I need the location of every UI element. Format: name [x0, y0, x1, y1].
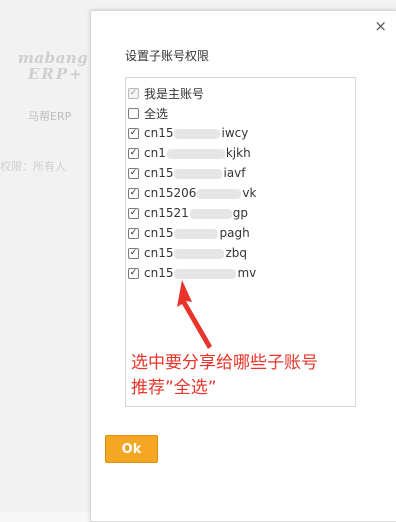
close-icon[interactable]: × [374, 17, 387, 35]
annotation-text: 选中要分享给哪些子账号 推荐”全选” [131, 351, 318, 401]
permissions-dialog: × 设置子账号权限 ✓ 我是主账号 全选 ✓ cn15 iwcy ✓ cn1 kjk… [90, 10, 396, 522]
brand-logo: mabang ERP+ [18, 50, 88, 82]
brand-line2: ERP+ [28, 65, 84, 83]
ok-button[interactable]: Ok [105, 435, 158, 463]
background-permission-text: 权限：所有人 [0, 160, 66, 173]
background-user-name: 马帮ERP [28, 110, 72, 123]
brand-line1: mabang [18, 49, 89, 67]
dialog-title: 设置子账号权限 [125, 49, 210, 63]
annotation-line1: 选中要分享给哪些子账号 [131, 353, 318, 373]
annotation-line2: 推荐”全选” [131, 378, 217, 398]
